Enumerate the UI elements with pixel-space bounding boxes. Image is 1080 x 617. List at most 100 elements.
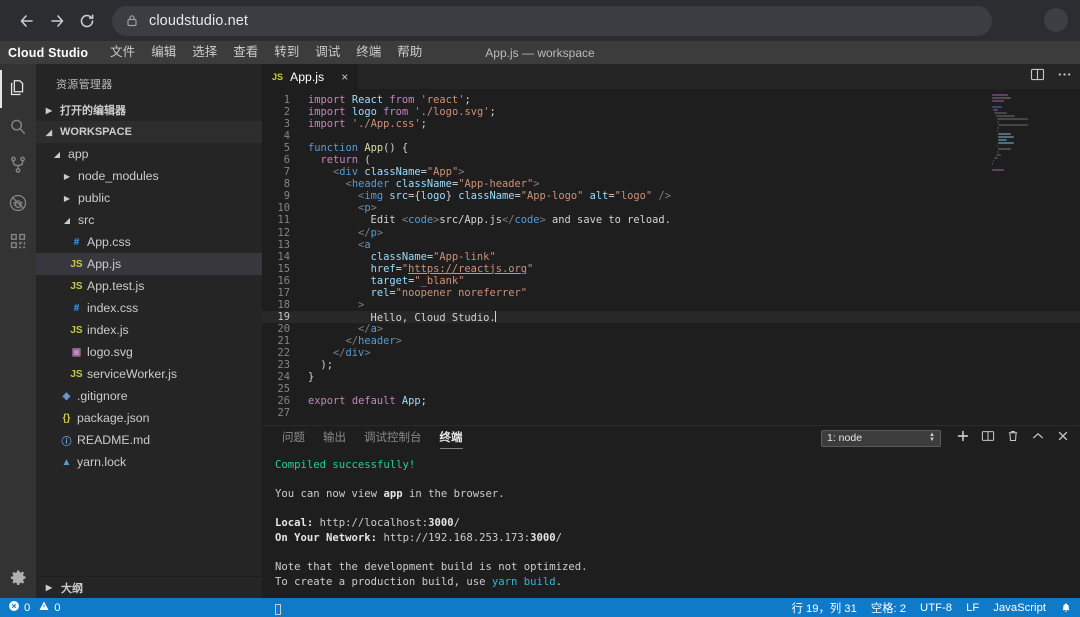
- line-number: 16: [277, 274, 290, 287]
- cursor-position[interactable]: 行 19，列 31: [792, 600, 857, 616]
- close-icon[interactable]: [1056, 429, 1070, 448]
- address-bar[interactable]: cloudstudio.net: [112, 5, 992, 36]
- code-line: 20 </a>: [262, 323, 1080, 335]
- terminal-selector[interactable]: 1: node ▲ ▼: [821, 429, 941, 447]
- menu-selection[interactable]: 选择: [184, 41, 225, 64]
- tree-item-label: index.css: [87, 301, 139, 315]
- minimap-line: [994, 157, 999, 159]
- activity-extensions[interactable]: [0, 222, 36, 260]
- avatar[interactable]: [1044, 8, 1068, 32]
- plus-icon[interactable]: [956, 429, 970, 448]
- tree-item-app-js[interactable]: JS App.js: [36, 253, 262, 275]
- js-file-icon: JS: [70, 368, 83, 380]
- panel-tab-debug-console[interactable]: 调试控制台: [364, 426, 422, 450]
- open-editors-section[interactable]: ▶ 打开的编辑器: [36, 99, 262, 121]
- minimap-line: [995, 154, 1002, 156]
- language-mode[interactable]: JavaScript: [993, 602, 1046, 614]
- menu-file[interactable]: 文件: [102, 41, 143, 64]
- terminal-output[interactable]: Compiled successfully! You can now view a…: [262, 450, 1080, 617]
- bell-icon[interactable]: [1060, 602, 1072, 614]
- minimap-line: [993, 109, 999, 111]
- activity-explorer[interactable]: [0, 70, 36, 108]
- terminal-selector-value: 1: node: [827, 432, 863, 444]
- panel-tab-terminal[interactable]: 终端: [439, 426, 463, 450]
- tree-item-label: App.test.js: [87, 279, 145, 293]
- chevron-right-icon: ▶: [45, 583, 53, 592]
- line-number: 11: [277, 214, 290, 227]
- chevron-up-icon[interactable]: [1031, 429, 1045, 448]
- encoding[interactable]: UTF-8: [920, 602, 952, 614]
- tab-app-js[interactable]: JS App.js ×: [262, 64, 360, 89]
- editor-scrollbar[interactable]: [1066, 89, 1080, 425]
- tree-item-app-css[interactable]: # App.css: [36, 231, 262, 253]
- line-number: 19: [277, 310, 290, 323]
- tree-item-public[interactable]: ▶ public: [36, 187, 262, 209]
- tree-item-app-test-js[interactable]: JS App.test.js: [36, 275, 262, 297]
- outline-section[interactable]: ▶ 大纲: [36, 576, 262, 598]
- menu-help[interactable]: 帮助: [389, 41, 430, 64]
- menu-terminal[interactable]: 终端: [348, 41, 389, 64]
- tree-item-label: index.js: [87, 323, 129, 337]
- code-line: 2 import logo from './logo.svg';: [262, 106, 1080, 118]
- menu-view[interactable]: 查看: [225, 41, 266, 64]
- line-number: 12: [277, 226, 290, 239]
- tree-item-index-js[interactable]: JS index.js: [36, 319, 262, 341]
- panel-tab-output[interactable]: 输出: [323, 426, 346, 450]
- tree-item-package-json[interactable]: {} package.json: [36, 407, 262, 429]
- code-line: 27: [262, 407, 1080, 419]
- code-text: </header>: [345, 334, 402, 347]
- minimap-line: [992, 106, 1002, 108]
- css-file-icon: #: [73, 302, 80, 314]
- tree-item-node-modules[interactable]: ▶ node_modules: [36, 165, 262, 187]
- tree-item-app[interactable]: ◢ app: [36, 143, 262, 165]
- indentation[interactable]: 空格: 2: [871, 600, 906, 616]
- panel-tab-problems[interactable]: 问题: [282, 426, 305, 450]
- tree-item-label: App.js: [87, 257, 122, 271]
- code-editor[interactable]: 1 import React from 'react'; 2 import logo …: [262, 89, 1080, 425]
- close-icon[interactable]: ×: [341, 70, 348, 84]
- tree-item--gitignore[interactable]: ◈ .gitignore: [36, 385, 262, 407]
- workspace-section[interactable]: ◢ WORKSPACE: [36, 121, 262, 143]
- tab-label: App.js: [290, 69, 325, 84]
- minimap-line: [996, 118, 1028, 120]
- more-actions-icon[interactable]: [1057, 67, 1072, 87]
- trash-icon[interactable]: [1006, 429, 1020, 448]
- code-line: 4: [262, 130, 1080, 142]
- menu-edit[interactable]: 编辑: [143, 41, 184, 64]
- forward-button[interactable]: [42, 6, 72, 36]
- menu-debug[interactable]: 调试: [307, 41, 348, 64]
- lock-icon: [126, 14, 138, 27]
- split-icon[interactable]: [981, 429, 995, 448]
- menu-go[interactable]: 转到: [266, 41, 307, 64]
- back-button[interactable]: [12, 6, 42, 36]
- code-line: 13 <a: [262, 239, 1080, 251]
- split-editor-icon[interactable]: [1030, 67, 1045, 87]
- activity-search[interactable]: [0, 108, 36, 146]
- tree-item-serviceworker-js[interactable]: JS serviceWorker.js: [36, 363, 262, 385]
- status-problems[interactable]: 0 0: [8, 600, 61, 615]
- activity-debug[interactable]: [0, 184, 36, 222]
- tree-item-readme-md[interactable]: ⓘ README.md: [36, 429, 262, 451]
- activity-source-control[interactable]: [0, 146, 36, 184]
- tree-item-index-css[interactable]: # index.css: [36, 297, 262, 319]
- line-number: 5: [283, 142, 290, 155]
- minimap-line: [992, 169, 1004, 171]
- reload-button[interactable]: [72, 6, 102, 36]
- chevron-right-icon: ▶: [63, 193, 71, 203]
- minimap-line: [992, 94, 1009, 96]
- terminal-line: Local: http://localhost:3000/: [275, 517, 460, 530]
- code-text: <header className="App-header">: [345, 178, 540, 191]
- tree-item-yarn-lock[interactable]: ▲ yarn.lock: [36, 451, 262, 473]
- tree-item-src[interactable]: ◢ src: [36, 209, 262, 231]
- line-endings[interactable]: LF: [966, 602, 979, 614]
- tree-item-label: package.json: [77, 411, 150, 425]
- minimap[interactable]: [992, 94, 1066, 171]
- panel-tabs: 问题 输出 调试控制台 终端 1: node ▲ ▼: [262, 426, 1080, 450]
- minimap-line: [992, 163, 993, 165]
- activity-settings[interactable]: [0, 567, 36, 588]
- code-text: export default App;: [308, 395, 427, 408]
- tree-item-logo-svg[interactable]: ▣ logo.svg: [36, 341, 262, 363]
- code-line: 21 </header>: [262, 335, 1080, 347]
- js-file-icon: JS: [272, 71, 284, 82]
